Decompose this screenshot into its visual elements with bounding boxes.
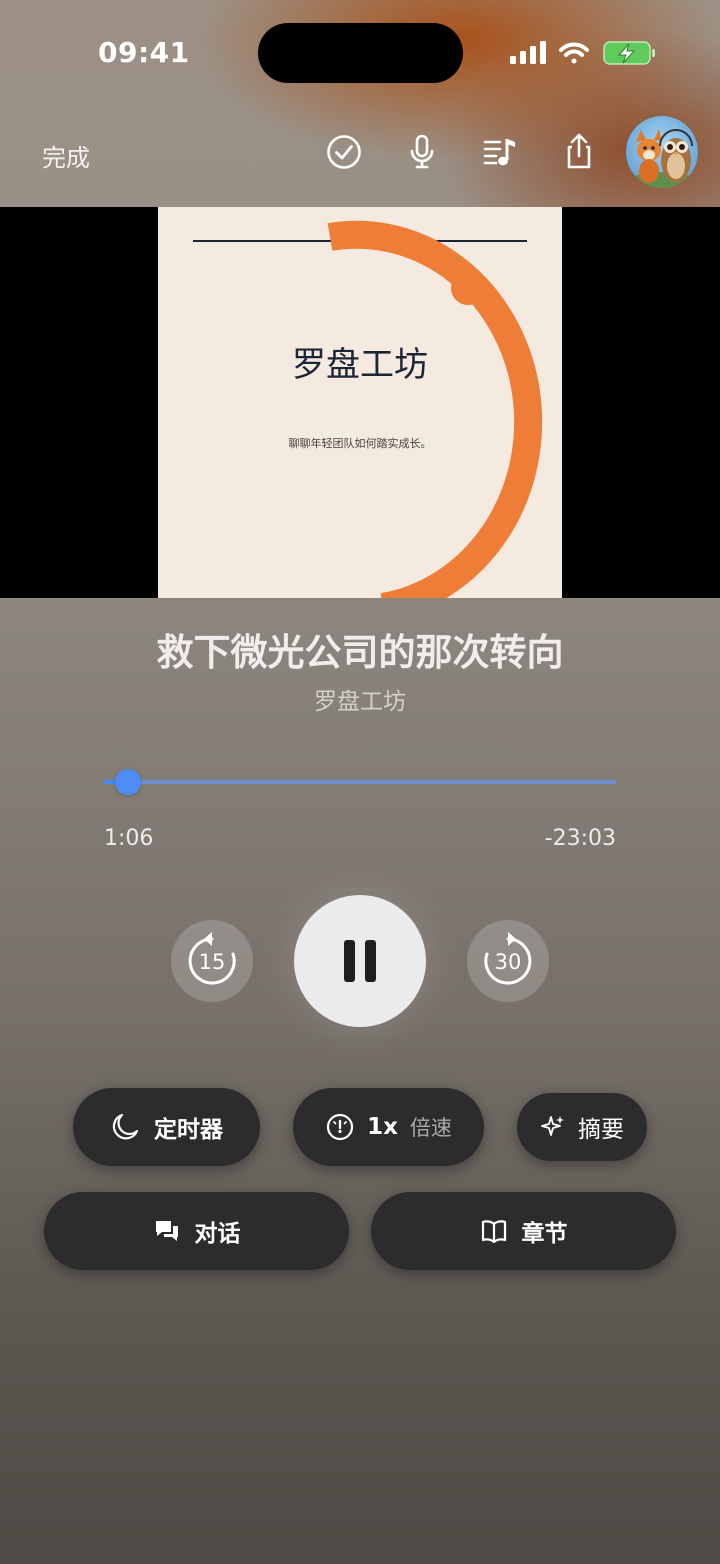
share-icon[interactable] [557, 130, 601, 174]
show-name[interactable]: 罗盘工坊 [0, 682, 720, 716]
skip-back-seconds: 15 [198, 950, 226, 974]
episode-title: 救下微光公司的那次转向 [156, 631, 564, 674]
chapters-button[interactable]: 章节 [371, 1192, 676, 1270]
sleep-timer-button[interactable]: 定时器 [73, 1088, 260, 1166]
podcast-cover-art: 罗盘工坊 聊聊年轻团队如何踏实成长。 [158, 207, 562, 598]
elapsed-time: 1:06 [104, 826, 154, 851]
moon-icon [112, 1113, 139, 1140]
skip-forward-button[interactable]: 30 [467, 920, 549, 1002]
chat-bubbles-icon [155, 1221, 178, 1241]
pause-icon [344, 940, 376, 982]
dynamic-island [258, 23, 463, 83]
checkmark-circle-icon[interactable] [322, 130, 366, 174]
transcript-button[interactable]: 对话 [44, 1192, 349, 1270]
cover-title: 罗盘工坊 [292, 345, 428, 385]
speedometer-icon [326, 1113, 354, 1141]
chapters-label: 章节 [521, 1221, 568, 1247]
done-button[interactable]: 完成 [42, 138, 90, 173]
status-icons [510, 41, 655, 65]
cellular-signal-icon [510, 41, 546, 64]
progress-knob[interactable] [114, 769, 141, 795]
sleep-timer-label: 定时器 [154, 1117, 223, 1143]
music-queue-icon[interactable] [478, 130, 522, 174]
speed-label: 倍速 [409, 1116, 452, 1140]
summary-label: 摘要 [578, 1117, 624, 1143]
microphone-icon[interactable] [400, 130, 444, 174]
transcript-label: 对话 [194, 1221, 241, 1247]
wifi-icon [559, 42, 589, 64]
speed-value: 1x [367, 1114, 398, 1140]
cover-subtitle: 聊聊年轻团队如何踏实成长。 [288, 437, 432, 450]
sparkles-icon [541, 1116, 564, 1136]
cover-decoration [193, 220, 543, 598]
summary-button[interactable]: 摘要 [517, 1093, 647, 1161]
avatar-fox-owl-icon [628, 129, 696, 188]
book-icon [481, 1220, 506, 1244]
status-time: 09:41 [98, 36, 190, 69]
progress-slider[interactable] [104, 769, 616, 795]
playback-speed-button[interactable]: 1x 倍速 [293, 1088, 484, 1166]
skip-forward-seconds: 30 [494, 950, 522, 974]
skip-back-button[interactable]: 15 [171, 920, 253, 1002]
pause-button[interactable] [294, 895, 426, 1027]
remaining-time: -23:03 [544, 826, 616, 851]
avatar[interactable] [626, 116, 698, 188]
battery-charging-icon [603, 41, 655, 65]
